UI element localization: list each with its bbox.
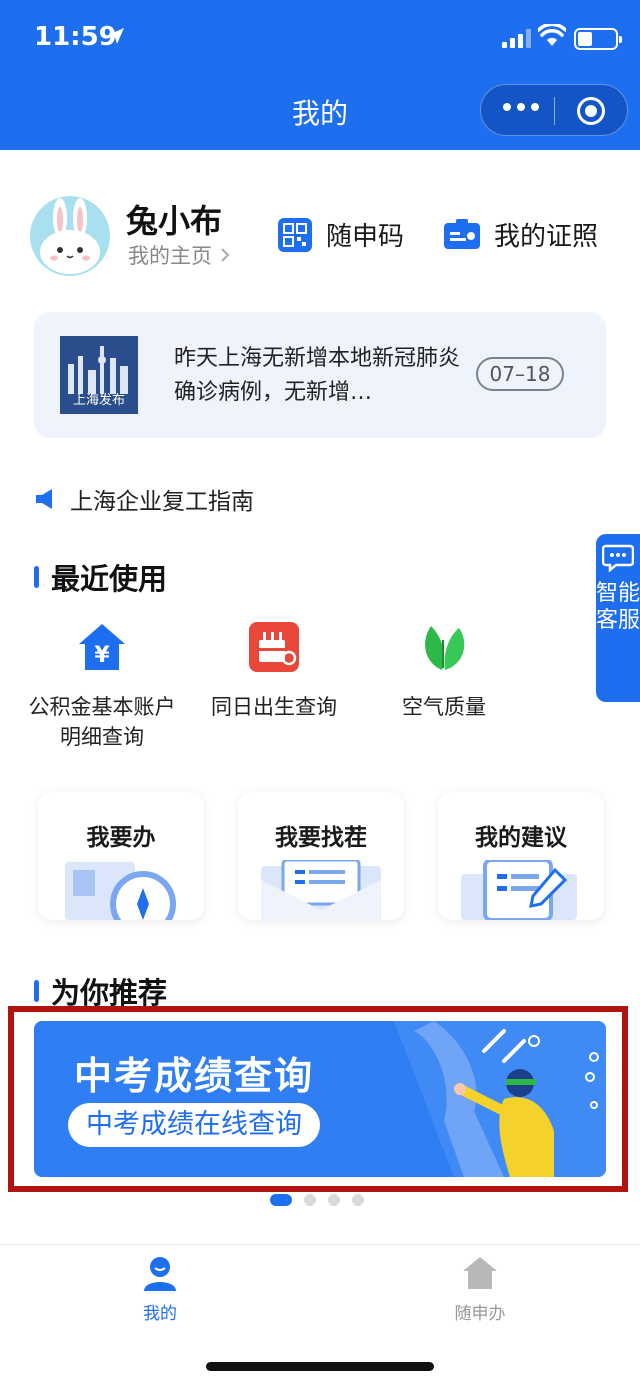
recent-item-housing-fund[interactable]: ¥ 公积金基本账户明细查询 <box>22 620 182 752</box>
recent-item-label: 公积金基本账户明细查询 <box>28 695 176 749</box>
battery-icon <box>574 28 622 50</box>
shanghai-release-logo: 上海发布 <box>60 336 138 414</box>
feature-card-title: 我要找茬 <box>275 825 367 851</box>
feature-card-handle[interactable]: 我要办 <box>38 792 204 920</box>
feature-card-title: 我的建议 <box>475 825 567 851</box>
speaker-icon <box>36 489 52 509</box>
homepage-link[interactable]: 我的主页 <box>128 240 230 270</box>
username: 兔小布 <box>126 202 223 240</box>
news-card[interactable]: 上海发布 昨天上海无新增本地新冠肺炎确诊病例，无新增… 07–18 <box>34 312 606 438</box>
recent-item-label: 同日出生查询 <box>211 695 337 719</box>
tab-mine[interactable]: 我的 <box>80 1255 240 1324</box>
tab-service-label: 随申办 <box>454 1304 506 1324</box>
house-yuan-icon: ¥ <box>75 620 129 674</box>
chat-bubble-icon <box>601 544 635 573</box>
news-logo-text: 上海发布 <box>72 393 125 408</box>
avatar[interactable] <box>30 196 110 276</box>
tab-service[interactable]: 随申办 <box>400 1255 560 1324</box>
cellular-signal-icon <box>502 28 531 48</box>
qr-code-label: 随申码 <box>326 222 405 252</box>
tab-mine-label: 我的 <box>143 1304 177 1324</box>
carousel-indicator <box>270 1194 364 1206</box>
feature-card-report[interactable]: 我要找茬 <box>238 792 404 920</box>
more-options-icon[interactable] <box>503 103 539 111</box>
announcement-bar[interactable]: 上海企业复工指南 <box>34 482 254 516</box>
home-indicator <box>206 1362 434 1371</box>
recent-item-label: 空气质量 <box>402 695 486 719</box>
qr-code-icon <box>278 217 312 252</box>
recent-item-air-quality[interactable]: 空气质量 <box>364 620 524 722</box>
wifi-icon <box>538 24 566 46</box>
capsule-divider <box>554 97 555 125</box>
feature-card-suggestion[interactable]: 我的建议 <box>438 792 604 920</box>
id-card-icon <box>444 218 480 249</box>
homepage-link-label: 我的主页 <box>128 244 212 268</box>
person-icon <box>142 1255 178 1291</box>
smart-customer-service-label: 智能客服 <box>596 581 640 633</box>
carousel-dot[interactable] <box>352 1194 364 1206</box>
clipboard-pen-icon <box>461 860 577 920</box>
home-icon <box>462 1255 498 1291</box>
banner-subtitle-pill: 中考成绩在线查询 <box>68 1103 320 1147</box>
carousel-dot-active[interactable] <box>270 1194 292 1206</box>
recent-section-label: 最近使用 <box>51 562 168 596</box>
compass-document-icon <box>65 862 176 920</box>
carousel-dot[interactable] <box>328 1194 340 1206</box>
smart-customer-service-button[interactable]: 智能客服 <box>596 534 640 702</box>
location-arrow-icon <box>108 28 124 44</box>
exam-score-banner[interactable]: 中考成绩查询 中考成绩在线查询 <box>34 1021 606 1177</box>
rabbit-avatar-icon <box>40 198 100 274</box>
my-license-button[interactable]: 我的证照 <box>444 216 598 253</box>
banner-title: 中考成绩查询 <box>74 1054 315 1098</box>
my-license-label: 我的证照 <box>494 222 599 252</box>
envelope-icon <box>261 860 381 920</box>
status-time: 11:59 <box>34 22 117 52</box>
carousel-dot[interactable] <box>304 1194 316 1206</box>
svg-text:¥: ¥ <box>94 643 110 668</box>
news-date-badge: 07–18 <box>476 357 564 391</box>
recent-item-same-birthday[interactable]: 同日出生查询 <box>194 620 354 722</box>
mini-program-capsule <box>480 84 628 136</box>
qr-code-button[interactable]: 随申码 <box>278 216 404 253</box>
chevron-right-icon <box>221 248 230 262</box>
feature-card-title: 我要办 <box>86 825 156 851</box>
close-mini-program-icon[interactable] <box>577 97 605 125</box>
announcement-text: 上海企业复工指南 <box>70 489 254 515</box>
app-header: 11:59 我的 <box>0 0 640 150</box>
news-headline: 昨天上海无新增本地新冠肺炎确诊病例，无新增… <box>174 346 461 405</box>
birthday-cake-icon <box>247 620 301 674</box>
recent-section-title: 最近使用 <box>34 556 167 598</box>
leaf-icon <box>417 620 471 674</box>
